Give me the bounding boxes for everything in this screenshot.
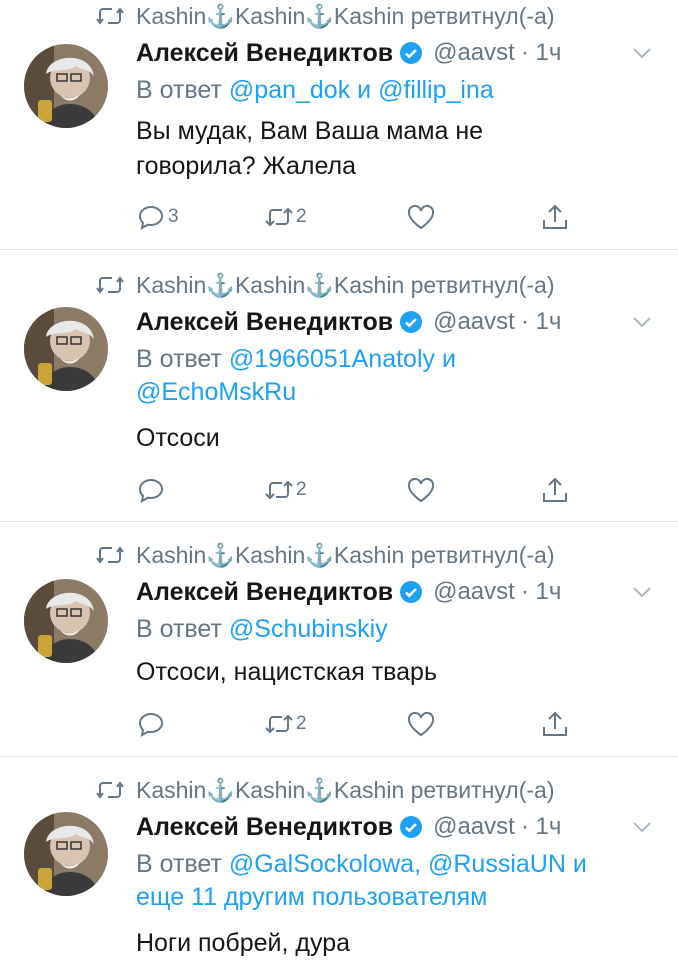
author-handle[interactable]: @aavst (433, 308, 515, 336)
reply-button[interactable] (136, 475, 168, 505)
reply-count: 3 (168, 206, 179, 227)
verified-icon (400, 581, 423, 603)
reply-context: В ответ @Schubinskiy (136, 613, 636, 646)
reply-prefix: В ответ (136, 615, 229, 643)
tweet[interactable]: Kashin⚓Kashin⚓Kashin ретвитнул(-а) Алекс… (0, 758, 678, 960)
tweet-actions: 2 (136, 709, 586, 741)
retweet-icon (265, 480, 293, 500)
retweet-icon (265, 714, 293, 734)
tweet-actions: 2 (136, 475, 586, 507)
retweet-label: Kashin⚓Kashin⚓Kashin ретвитнул(-а) (136, 541, 555, 568)
retweet-icon (96, 276, 124, 294)
reply-button[interactable]: 3 (136, 202, 179, 232)
retweet-icon (96, 546, 124, 564)
tweet-actions: 3 2 (136, 202, 586, 234)
heart-icon (407, 204, 435, 230)
tweet-text-line: Вы мудак, Вам Ваша мама не (136, 117, 484, 145)
retweet-count: 2 (296, 713, 307, 734)
reply-prefix: В ответ (136, 76, 229, 104)
author-name[interactable]: Алексей Венедиктов (136, 578, 393, 607)
avatar-photo (24, 44, 108, 128)
retweet-button[interactable]: 2 (264, 475, 307, 505)
tweet-text-line: Отсоси (136, 424, 220, 452)
reply-mentions[interactable]: еще 11 другим пользователям (136, 881, 636, 914)
tweet-time[interactable]: · 1ч (521, 813, 562, 841)
reply-icon (138, 712, 164, 737)
tweet-text: Ноги побрей, дура (136, 926, 636, 960)
retweet-count: 2 (296, 206, 307, 227)
reply-context: В ответ @pan_dok и @fillip_ina (136, 74, 636, 107)
reply-mentions[interactable]: @pan_dok и @fillip_ina (229, 76, 494, 104)
like-button[interactable] (406, 202, 436, 232)
retweet-button[interactable]: 2 (264, 709, 307, 739)
tweet-text: Отсоси, нацистская тварь (136, 655, 636, 690)
avatar[interactable] (24, 579, 108, 663)
author-name[interactable]: Алексей Венедиктов (136, 39, 393, 68)
author-handle[interactable]: @aavst (433, 578, 515, 606)
tweet-text-line: Ноги побрей, дура (136, 929, 351, 957)
chevron-down-icon[interactable] (632, 585, 652, 599)
tweet-text-line: Отсоси, нацистская тварь (136, 658, 437, 686)
tweet-text: Отсоси (136, 421, 636, 456)
retweet-icon (265, 207, 293, 227)
reply-icon (138, 478, 164, 503)
tweet-text-line: говорила? Жалела (136, 152, 357, 180)
retweet-context[interactable]: Kashin⚓Kashin⚓Kashin ретвитнул(-а) (96, 269, 554, 301)
share-button[interactable] (540, 709, 570, 739)
reply-button[interactable] (136, 709, 168, 739)
retweet-context[interactable]: Kashin⚓Kashin⚓Kashin ретвитнул(-а) (96, 774, 554, 806)
reply-context: В ответ @1966051Anatoly и @EchoMskRu (136, 343, 636, 409)
retweet-context[interactable]: Kashin⚓Kashin⚓Kashin ретвитнул(-а) (96, 0, 554, 32)
author-name[interactable]: Алексей Венедиктов (136, 308, 393, 337)
like-button[interactable] (406, 475, 436, 505)
retweet-context[interactable]: Kashin⚓Kashin⚓Kashin ретвитнул(-а) (96, 539, 554, 571)
avatar-photo (24, 812, 108, 896)
share-icon (543, 477, 567, 502)
tweet-feed: Kashin⚓Kashin⚓Kashin ретвитнул(-а) Алекс… (0, 0, 678, 960)
heart-icon (407, 477, 435, 503)
reply-context: В ответ @GalSockolowa, @RussiaUN и еще 1… (136, 848, 636, 914)
like-button[interactable] (406, 709, 436, 739)
avatar[interactable] (24, 44, 108, 128)
retweet-label: Kashin⚓Kashin⚓Kashin ретвитнул(-а) (136, 271, 555, 298)
tweet-time[interactable]: · 1ч (521, 39, 562, 67)
tweet-time[interactable]: · 1ч (521, 578, 562, 606)
heart-icon (407, 711, 435, 737)
retweet-icon (96, 781, 124, 799)
retweet-label: Kashin⚓Kashin⚓Kashin ретвитнул(-а) (136, 2, 555, 29)
reply-icon (138, 205, 164, 230)
avatar-photo (24, 579, 108, 663)
avatar[interactable] (24, 812, 108, 896)
verified-icon (400, 311, 423, 333)
retweet-icon (96, 7, 124, 25)
tweet-text: Вы мудак, Вам Ваша мама не говорила? Жал… (136, 114, 636, 184)
chevron-down-icon[interactable] (632, 46, 652, 60)
retweet-count: 2 (296, 479, 307, 500)
reply-mentions[interactable]: @1966051Anatoly и (229, 345, 456, 373)
retweet-label: Kashin⚓Kashin⚓Kashin ретвитнул(-а) (136, 776, 555, 803)
tweet[interactable]: Kashin⚓Kashin⚓Kashin ретвитнул(-а) Алекс… (0, 251, 678, 522)
reply-prefix: В ответ (136, 850, 229, 878)
avatar[interactable] (24, 307, 108, 391)
share-icon (543, 711, 567, 736)
reply-mentions[interactable]: @Schubinskiy (229, 615, 388, 643)
verified-icon (400, 816, 423, 838)
verified-icon (400, 42, 423, 64)
reply-prefix: В ответ (136, 345, 229, 373)
chevron-down-icon[interactable] (632, 315, 652, 329)
author-name[interactable]: Алексей Венедиктов (136, 813, 393, 842)
reply-mentions[interactable]: @EchoMskRu (136, 376, 636, 409)
reply-mentions[interactable]: @GalSockolowa, @RussiaUN и (229, 850, 587, 878)
share-button[interactable] (540, 202, 570, 232)
avatar-photo (24, 307, 108, 391)
share-button[interactable] (540, 475, 570, 505)
author-handle[interactable]: @aavst (433, 813, 515, 841)
tweet-time[interactable]: · 1ч (521, 308, 562, 336)
share-icon (543, 204, 567, 229)
tweet[interactable]: Kashin⚓Kashin⚓Kashin ретвитнул(-а) Алекс… (0, 523, 678, 757)
author-handle[interactable]: @aavst (433, 39, 515, 67)
chevron-down-icon[interactable] (632, 820, 652, 834)
tweet[interactable]: Kashin⚓Kashin⚓Kashin ретвитнул(-а) Алекс… (0, 0, 678, 250)
retweet-button[interactable]: 2 (264, 202, 307, 232)
